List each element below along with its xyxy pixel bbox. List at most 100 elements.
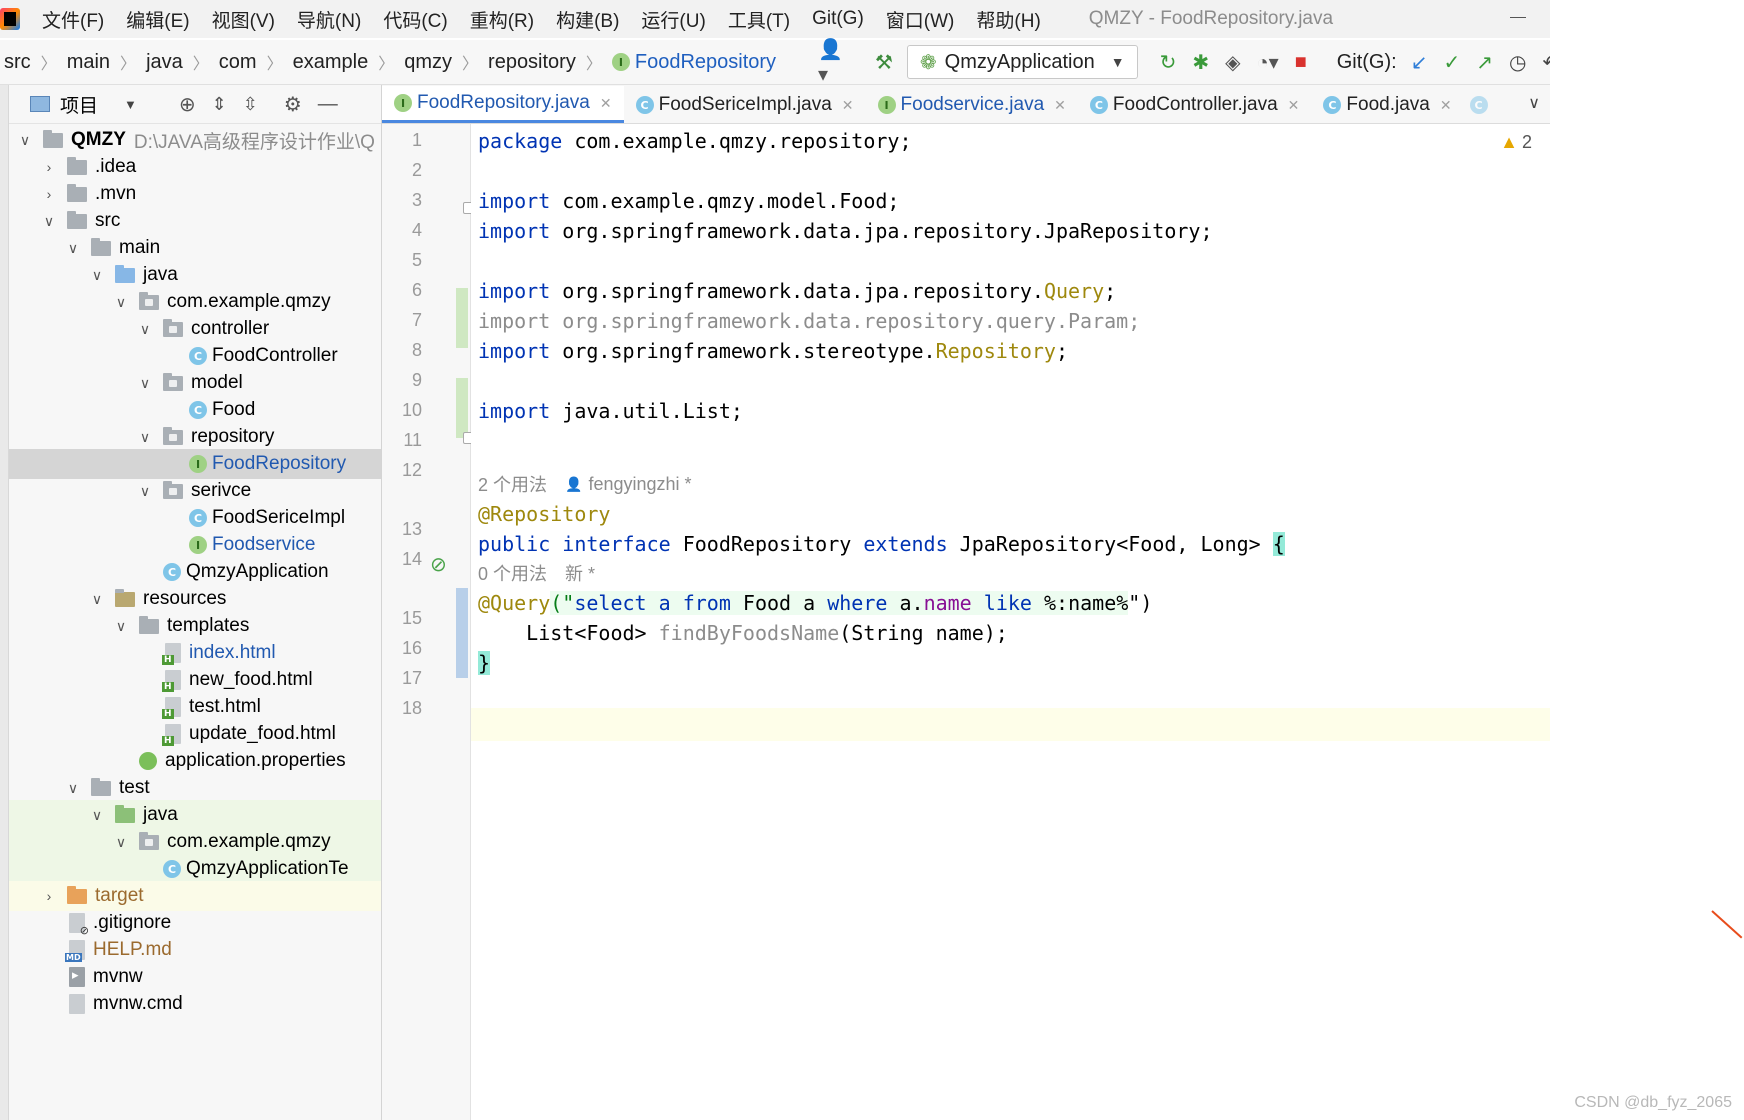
profile-icon[interactable]: ◔▾ <box>1257 50 1279 75</box>
breadcrumb-com[interactable]: com <box>215 51 261 74</box>
tree-root-qmzy[interactable]: ∨ QMZY D:\JAVA高级程序设计作业\Q <box>9 125 381 155</box>
package-icon <box>163 372 183 391</box>
tree-item-foodsericeimpl[interactable]: C FoodSericeImpl <box>9 503 381 533</box>
menu-file[interactable]: 文件(F) <box>42 6 104 33</box>
spring-bean-gutter-icon[interactable]: ⊘ <box>430 552 447 577</box>
menu-code[interactable]: 代码(C) <box>383 6 447 33</box>
close-icon[interactable]: ✕ <box>1440 97 1452 114</box>
breadcrumb-java[interactable]: java <box>142 51 187 74</box>
tree-item-test-package[interactable]: ∨ com.example.qmzy <box>9 827 381 857</box>
tree-item-src[interactable]: ∨ src <box>9 206 381 236</box>
tree-label: Foodservice <box>212 534 316 555</box>
tree-item-target[interactable]: › target <box>9 881 381 911</box>
inspection-warnings[interactable]: ▲ 2 <box>1500 132 1532 153</box>
history-clock-icon[interactable]: ◷ <box>1509 50 1526 75</box>
close-icon[interactable]: ✕ <box>1288 97 1300 114</box>
menu-edit[interactable]: 编辑(E) <box>126 6 189 33</box>
tree-item-package[interactable]: ∨ com.example.qmzy <box>9 287 381 317</box>
tree-item-new-food-html[interactable]: new_food.html <box>9 665 381 695</box>
chevron-right-icon: › <box>46 888 52 904</box>
breadcrumb-example[interactable]: example <box>289 51 373 74</box>
git-update-icon[interactable]: ↙ <box>1411 50 1428 75</box>
tree-item-foodservice[interactable]: I Foodservice <box>9 530 381 560</box>
menu-git[interactable]: Git(G) <box>812 8 864 30</box>
debug-bug-icon[interactable]: ✱ <box>1192 50 1209 75</box>
tab-overflow-partial[interactable]: C <box>1464 87 1499 123</box>
breadcrumb-src[interactable]: src <box>0 51 35 74</box>
code-editor[interactable]: ▲ 2 package com.example.qmzy.repository; … <box>471 124 1550 1120</box>
coverage-icon[interactable]: ◈ <box>1225 50 1240 75</box>
breadcrumb-foodrepository[interactable]: I FoodRepository <box>608 51 780 74</box>
tabs-menu-chevron-icon[interactable]: ∨ <box>1528 93 1540 113</box>
tree-item-mvnw-cmd[interactable]: mvnw.cmd <box>9 989 381 1019</box>
menu-window[interactable]: 窗口(W) <box>886 6 955 33</box>
tree-item-foodcontroller[interactable]: C FoodController <box>9 341 381 371</box>
tree-item-java[interactable]: ∨ java <box>9 260 381 290</box>
breadcrumb-separator-icon: 〉 <box>192 56 209 73</box>
breadcrumb-repository[interactable]: repository <box>484 51 580 74</box>
minimize-button[interactable] <box>1510 17 1526 18</box>
tab-foodsericeimpl[interactable]: C FoodSericeImpl.java ✕ <box>624 87 866 123</box>
code-token: import <box>478 399 551 423</box>
tree-item-repository[interactable]: ∨ repository <box>9 422 381 452</box>
menu-build[interactable]: 构建(B) <box>556 6 619 33</box>
tree-item-mvn[interactable]: › .mvn <box>9 179 381 209</box>
hide-panel-icon[interactable]: — <box>318 93 338 116</box>
tree-item-test[interactable]: ∨ test <box>9 773 381 803</box>
tree-item-application-properties[interactable]: application.properties <box>9 746 381 776</box>
tree-item-index-html[interactable]: index.html <box>9 638 381 668</box>
code-line-13: @Repository <box>478 499 610 529</box>
tree-item-mvnw[interactable]: mvnw <box>9 962 381 992</box>
git-push-icon[interactable]: ↗ <box>1476 50 1493 75</box>
tree-item-qmzyapplication[interactable]: C QmzyApplication <box>9 557 381 587</box>
tab-foodservice[interactable]: I Foodservice.java ✕ <box>866 87 1078 123</box>
run-configuration-select[interactable]: ❁ QmzyApplication ▼ <box>906 45 1138 79</box>
tree-item-resources[interactable]: ∨ resources <box>9 584 381 614</box>
close-icon[interactable]: ✕ <box>1054 97 1066 114</box>
menu-run[interactable]: 运行(U) <box>641 6 705 33</box>
stop-icon[interactable]: ■ <box>1295 51 1307 74</box>
code-token: import org.springframework.data.reposito… <box>478 309 1141 333</box>
tab-foodcontroller[interactable]: C FoodController.java ✕ <box>1078 87 1312 123</box>
usages-inlay-hint[interactable]: 2 个用法 👤 fengyingzhi * <box>478 470 692 498</box>
git-commit-icon[interactable]: ✓ <box>1443 50 1460 75</box>
menu-navigate[interactable]: 导航(N) <box>297 6 361 33</box>
tab-food[interactable]: C Food.java ✕ <box>1311 87 1463 123</box>
menu-help[interactable]: 帮助(H) <box>976 6 1040 33</box>
tree-item-serivce[interactable]: ∨ serivce <box>9 476 381 506</box>
tree-item-main[interactable]: ∨ main <box>9 233 381 263</box>
tree-item-help-md[interactable]: HELP.md <box>9 935 381 965</box>
usages-inlay-hint[interactable]: 0 个用法新 * <box>478 559 595 587</box>
tree-item-foodrepository[interactable]: I FoodRepository <box>9 449 381 479</box>
build-hammer-icon[interactable]: ⚒ <box>875 50 893 75</box>
tree-item-test-java[interactable]: ∨ java <box>9 800 381 830</box>
menu-view[interactable]: 视图(V) <box>212 6 275 33</box>
rollback-icon[interactable]: ↶ <box>1542 50 1550 75</box>
tree-item-qmzyapplicationtests[interactable]: C QmzyApplicationTe <box>9 854 381 884</box>
collapse-all-icon[interactable]: ⇳ <box>243 94 258 115</box>
settings-gear-icon[interactable]: ⚙ <box>284 92 302 117</box>
code-line-7: import org.springframework.data.reposito… <box>478 306 1140 336</box>
rerun-icon[interactable]: ↻ <box>1160 50 1177 75</box>
breadcrumb-main[interactable]: main <box>63 51 114 74</box>
user-icon[interactable]: 👤▾ <box>818 37 843 87</box>
tree-item-idea[interactable]: › .idea <box>9 152 381 182</box>
tree-item-templates[interactable]: ∨ templates <box>9 611 381 641</box>
close-icon[interactable]: ✕ <box>842 97 854 114</box>
project-panel-title[interactable]: 项目 <box>60 91 98 118</box>
tree-item-update-food-html[interactable]: update_food.html <box>9 719 381 749</box>
tree-item-gitignore[interactable]: .gitignore <box>9 908 381 938</box>
tree-item-model[interactable]: ∨ model <box>9 368 381 398</box>
expand-all-icon[interactable]: ⇕ <box>212 94 227 115</box>
breadcrumb-qmzy[interactable]: qmzy <box>400 51 456 74</box>
locate-crosshair-icon[interactable]: ⊕ <box>179 92 196 117</box>
menu-tools[interactable]: 工具(T) <box>728 6 790 33</box>
tree-item-food[interactable]: C Food <box>9 395 381 425</box>
close-icon[interactable]: ✕ <box>600 95 612 112</box>
vcs-change-marker <box>456 588 468 678</box>
tree-item-controller[interactable]: ∨ controller <box>9 314 381 344</box>
tab-foodrepository[interactable]: I FoodRepository.java ✕ <box>382 86 624 123</box>
menu-refactor[interactable]: 重构(R) <box>470 6 534 33</box>
chevron-down-icon[interactable]: ▼ <box>124 97 137 112</box>
tree-item-test-html[interactable]: test.html <box>9 692 381 722</box>
